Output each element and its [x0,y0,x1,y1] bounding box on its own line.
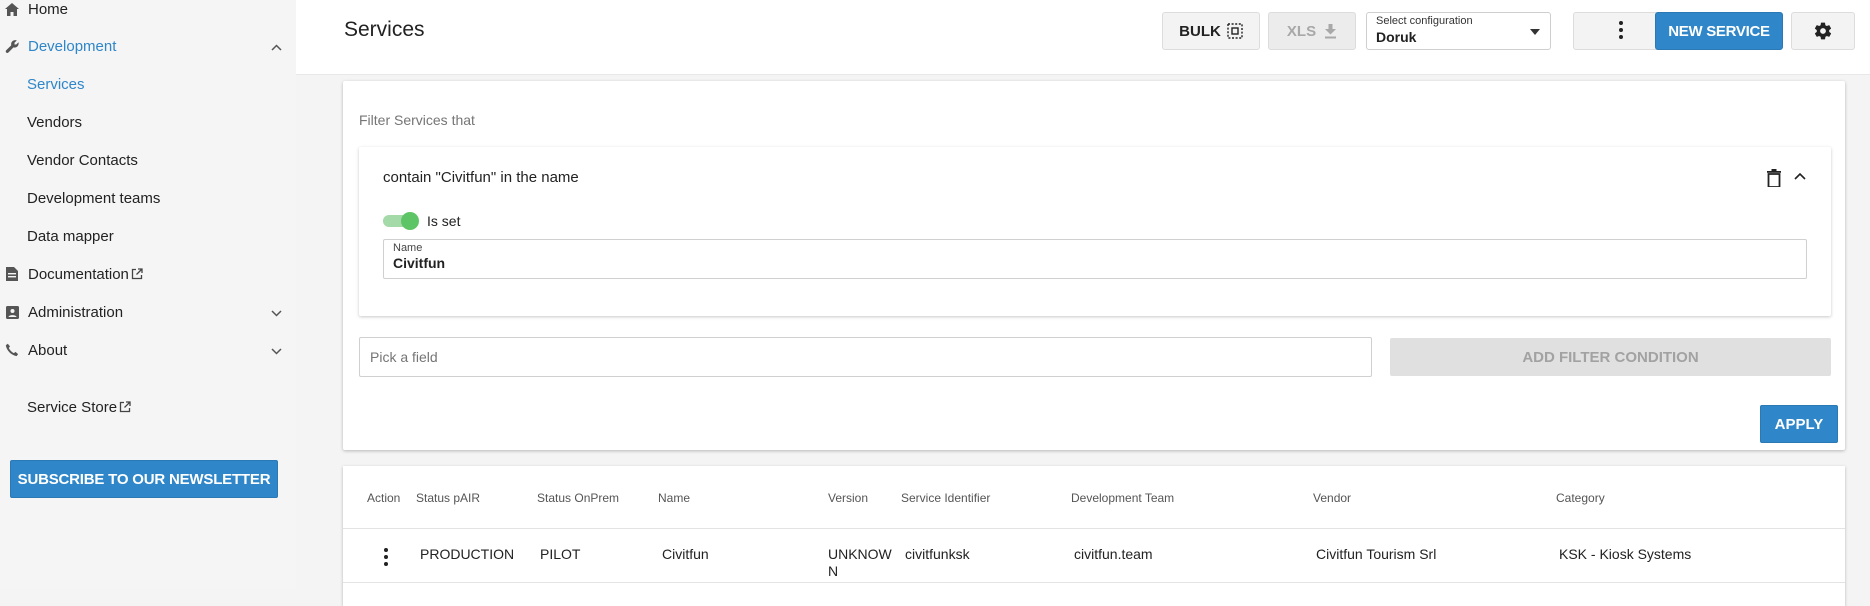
cell-development-team: civitfun.team [1074,546,1153,562]
nav-data-mapper-label: Data mapper [27,227,114,245]
page-title: Services [344,18,425,41]
nav-development[interactable]: Development [0,31,116,61]
chevron-up-icon[interactable] [270,41,282,53]
nav-development-teams-label: Development teams [27,189,161,207]
pick-field-input[interactable]: Pick a field [359,337,1372,377]
nav-vendor-contacts-label: Vendor Contacts [27,151,138,169]
nav-about-label: About [28,341,68,359]
dropdown-caret-icon [1530,29,1540,35]
column-header[interactable]: Name [658,491,690,505]
bulk-button-label: BULK [1179,22,1221,40]
is-set-label: Is set [427,213,461,229]
badge-icon [4,304,20,320]
filter-heading: Filter Services that [359,112,475,128]
nav-services-label: Services [27,75,85,93]
name-filter-value: Civitfun [393,255,446,271]
new-service-button[interactable]: NEW SERVICE [1655,12,1783,50]
nav-administration-label: Administration [28,303,124,321]
column-header[interactable]: Vendor [1313,491,1351,505]
column-header[interactable]: Category [1556,491,1605,505]
column-header[interactable]: Status OnPrem [537,491,619,505]
settings-button[interactable] [1791,12,1855,50]
nav-about[interactable]: About [0,335,67,365]
subscribe-newsletter-button[interactable]: SUBSCRIBE TO OUR NEWSLETTER [10,460,278,498]
is-set-toggle[interactable] [383,212,419,230]
document-icon [4,266,20,282]
trash-icon[interactable] [1767,169,1781,192]
cell-category: KSK - Kiosk Systems [1559,546,1692,562]
toggle-thumb [401,212,419,230]
column-header[interactable]: Status pAIR [416,491,480,505]
more-vertical-icon [1619,20,1623,42]
column-header[interactable]: Service Identifier [901,491,990,505]
nav-home-label: Home [28,0,69,18]
column-header: Action [367,491,401,505]
chevron-down-icon[interactable] [270,345,282,357]
column-header[interactable]: Version [828,491,868,505]
filter-panel: Filter Services that contain "Civitfun" … [343,81,1845,450]
nav-home[interactable]: Home [0,0,68,24]
download-icon [1324,23,1337,39]
name-filter-label: Name [393,242,423,254]
configuration-select-value: Doruk [1376,29,1417,45]
nav-vendors[interactable]: Vendors [27,107,82,137]
nav-vendors-label: Vendors [27,113,83,131]
filter-condition-card: contain "Civitfun" in the name Is set Na… [359,147,1831,316]
wrench-icon [4,38,20,54]
configuration-select-label: Select configuration [1376,15,1473,27]
home-icon [4,1,20,17]
cell-service-identifier: civitfunksk [905,546,970,562]
external-link-icon [131,268,143,280]
name-filter-input[interactable]: Name Civitfun [383,239,1807,279]
cell-status-onprem: PILOT [540,546,581,562]
select-all-icon [1227,23,1243,39]
nav-documentation[interactable]: Documentation [0,259,143,289]
apply-button[interactable]: APPLY [1760,405,1838,443]
cell-status-pair: PRODUCTION [420,546,515,562]
row-actions-icon[interactable] [384,548,388,569]
xls-button-label: XLS [1286,22,1317,40]
cell-version: UNKNOW N [828,546,892,579]
nav-service-store-label: Service Store [27,398,118,416]
filter-condition-title: contain "Civitfun" in the name [383,169,579,186]
column-header[interactable]: Development Team [1071,491,1174,505]
services-table: Action Status pAIR Status OnPrem Name Ve… [343,466,1845,606]
cell-vendor: Civitfun Tourism Srl [1316,546,1437,562]
external-link-icon [119,401,131,413]
bulk-button[interactable]: BULK [1162,12,1260,50]
nav-development-teams[interactable]: Development teams [27,183,160,213]
divider [343,582,1845,583]
phone-icon [4,342,20,358]
gear-icon [1813,21,1833,41]
nav-development-label: Development [28,37,117,55]
sidebar: Home Development Services Vendors Vendor… [0,0,296,589]
xls-download-button[interactable]: XLS [1268,12,1356,50]
nav-administration[interactable]: Administration [0,297,123,327]
nav-service-store[interactable]: Service Store [27,392,131,422]
chevron-up-icon[interactable] [1794,167,1806,185]
nav-vendor-contacts[interactable]: Vendor Contacts [27,145,138,175]
chevron-down-icon[interactable] [270,307,282,319]
nav-data-mapper[interactable]: Data mapper [27,221,114,251]
divider [343,528,1845,529]
cell-name: Civitfun [662,546,709,562]
nav-documentation-label: Documentation [28,265,129,283]
nav-services[interactable]: Services [27,69,85,99]
add-filter-condition-button[interactable]: ADD FILTER CONDITION [1390,338,1831,376]
configuration-select[interactable]: Select configuration Doruk [1366,12,1551,50]
